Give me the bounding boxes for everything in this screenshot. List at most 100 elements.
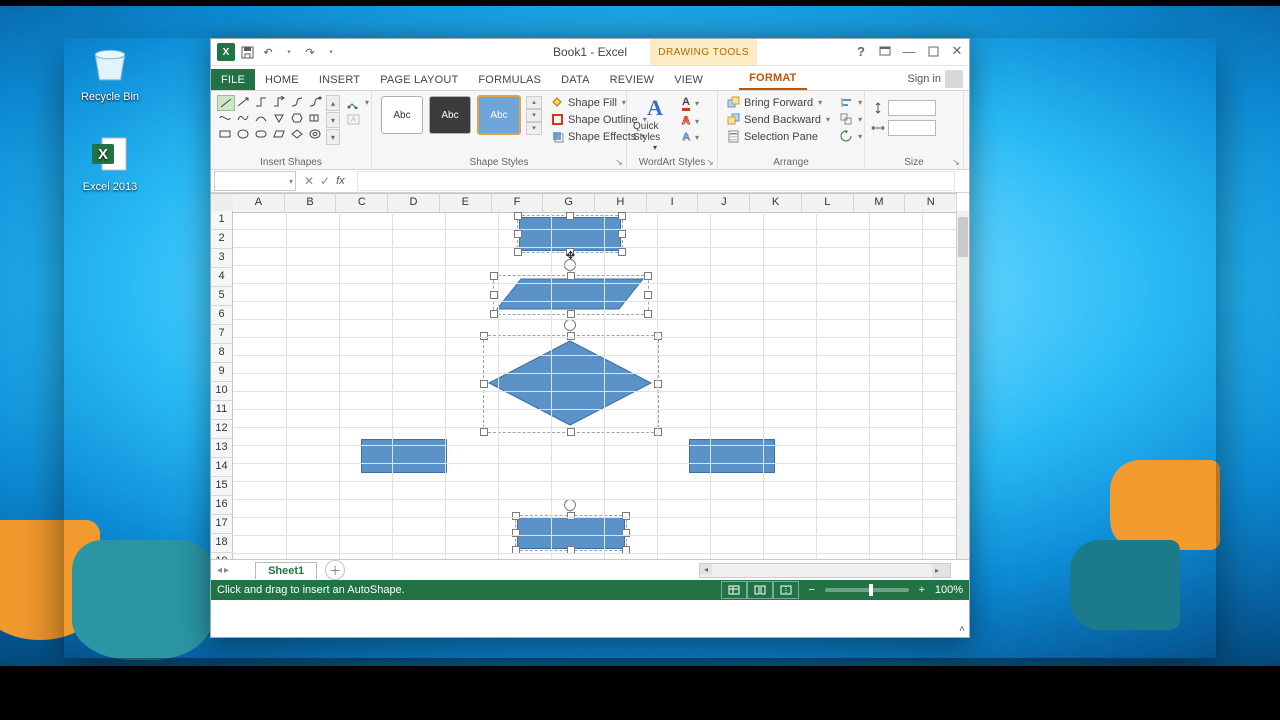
column-header[interactable]: H	[595, 194, 647, 212]
gallery-more[interactable]: ▾	[326, 129, 340, 145]
edit-shape-button[interactable]: ▾	[344, 95, 372, 110]
row-header[interactable]: 12	[211, 420, 233, 439]
column-header[interactable]: G	[543, 194, 595, 212]
tab-formulas[interactable]: FORMULAS	[468, 69, 551, 90]
row-header[interactable]: 15	[211, 477, 233, 496]
recycle-bin-icon[interactable]: Recycle Bin	[70, 42, 150, 103]
row-header[interactable]: 9	[211, 363, 233, 382]
dialog-launcher-icon[interactable]: ↘	[705, 157, 715, 167]
view-normal-icon[interactable]	[721, 581, 747, 599]
tab-page-layout[interactable]: PAGE LAYOUT	[370, 69, 468, 90]
row-header[interactable]: 5	[211, 287, 233, 306]
column-header[interactable]: B	[285, 194, 337, 212]
row-header[interactable]: 17	[211, 515, 233, 534]
column-header[interactable]: N	[905, 194, 957, 212]
zoom-out-button[interactable]: −	[807, 584, 817, 596]
column-header[interactable]: F	[492, 194, 544, 212]
sheet-nav-next[interactable]: ▸	[224, 565, 229, 576]
cancel-formula-icon[interactable]: ✕	[304, 174, 314, 188]
dialog-launcher-icon[interactable]: ↘	[951, 157, 961, 167]
text-fill-button[interactable]: A▾	[679, 95, 702, 112]
row-header[interactable]: 4	[211, 268, 233, 287]
new-sheet-button[interactable]: ＋	[325, 560, 345, 580]
tab-data[interactable]: DATA	[551, 69, 600, 90]
tab-format[interactable]: FORMAT	[739, 67, 806, 90]
tab-file[interactable]: FILE	[211, 69, 255, 90]
align-button[interactable]: ▾	[837, 95, 865, 110]
group-button[interactable]: ▾	[837, 112, 865, 127]
view-page-layout-icon[interactable]	[747, 581, 773, 599]
row-header[interactable]: 16	[211, 496, 233, 515]
column-header[interactable]: L	[802, 194, 854, 212]
row-header[interactable]: 7	[211, 325, 233, 344]
vertical-scrollbar[interactable]	[956, 211, 969, 559]
row-header[interactable]: 1	[211, 211, 233, 230]
column-header[interactable]: E	[440, 194, 492, 212]
text-outline-button[interactable]: A▾	[679, 114, 702, 128]
rotation-handle[interactable]	[564, 499, 576, 511]
style-swatch-3-selected[interactable]: Abc	[477, 95, 521, 135]
help-button[interactable]: ?	[849, 39, 873, 63]
formula-input[interactable]	[357, 171, 955, 191]
maximize-button[interactable]	[921, 39, 945, 63]
titlebar[interactable]: X ↶ ▾ ↷ ▾ Book1 - Excel DRAWING TOOLS ? …	[211, 39, 969, 66]
rotate-button[interactable]: ▾	[837, 129, 865, 144]
row-header[interactable]: 6	[211, 306, 233, 325]
enter-formula-icon[interactable]: ✓	[320, 174, 330, 188]
column-header[interactable]: I	[647, 194, 699, 212]
undo-dropdown-icon[interactable]: ▾	[280, 43, 298, 61]
shapes-gallery[interactable]	[217, 95, 323, 145]
excel-shortcut-icon[interactable]: X Excel 2013	[70, 134, 150, 193]
sign-in[interactable]: Sign in	[907, 70, 963, 88]
quick-styles-button[interactable]: A Quick Styles▾	[633, 95, 677, 152]
styles-more[interactable]: ▾	[526, 122, 542, 135]
row-header[interactable]: 2	[211, 230, 233, 249]
gallery-scroll-down[interactable]: ▾	[326, 112, 340, 128]
text-effects-button[interactable]: A▾	[679, 130, 702, 144]
column-header[interactable]: J	[698, 194, 750, 212]
rotation-handle[interactable]	[564, 319, 576, 331]
shape-height-input[interactable]	[871, 100, 957, 116]
selection-pane-button[interactable]: Selection Pane	[724, 129, 833, 144]
collapse-ribbon-icon[interactable]: ˄	[959, 624, 965, 635]
tab-view[interactable]: VIEW	[664, 69, 713, 90]
select-all-button[interactable]	[211, 193, 234, 213]
shape-styles-gallery[interactable]: Abc Abc Abc ▴ ▾ ▾	[378, 95, 542, 135]
name-box[interactable]: ▾	[214, 171, 296, 191]
zoom-level[interactable]: 100%	[935, 584, 963, 596]
zoom-in-button[interactable]: +	[917, 584, 927, 596]
column-header[interactable]: M	[854, 194, 906, 212]
bring-forward-button[interactable]: Bring Forward▾	[724, 95, 833, 110]
undo-icon[interactable]: ↶	[259, 43, 277, 61]
shape-width-input[interactable]	[871, 120, 957, 136]
column-header[interactable]: D	[388, 194, 440, 212]
fx-icon[interactable]: fx	[336, 175, 345, 187]
tab-review[interactable]: REVIEW	[600, 69, 665, 90]
save-icon[interactable]	[238, 43, 256, 61]
row-header[interactable]: 10	[211, 382, 233, 401]
styles-scroll-down[interactable]: ▾	[526, 109, 542, 122]
style-swatch-2[interactable]: Abc	[429, 96, 471, 134]
row-header[interactable]: 11	[211, 401, 233, 420]
qat-customize-icon[interactable]: ▾	[322, 43, 340, 61]
gallery-scroll-up[interactable]: ▴	[326, 95, 340, 111]
row-header[interactable]: 3	[211, 249, 233, 268]
zoom-slider[interactable]	[825, 588, 909, 592]
dialog-launcher-icon[interactable]: ↘	[614, 157, 624, 167]
app-icon[interactable]: X	[217, 43, 235, 61]
row-header[interactable]: 8	[211, 344, 233, 363]
worksheet-grid[interactable]: ABCDEFGHIJKLMN 1234567891011121314151617…	[211, 193, 969, 559]
horizontal-scrollbar[interactable]: ◂▸	[699, 563, 951, 578]
column-header[interactable]: K	[750, 194, 802, 212]
styles-scroll-up[interactable]: ▴	[526, 96, 542, 109]
redo-icon[interactable]: ↷	[301, 43, 319, 61]
row-header[interactable]: 14	[211, 458, 233, 477]
column-header[interactable]: A	[233, 194, 285, 212]
style-swatch-1[interactable]: Abc	[381, 96, 423, 134]
tab-home[interactable]: HOME	[255, 69, 309, 90]
send-backward-button[interactable]: Send Backward▾	[724, 112, 833, 127]
ribbon-display-button[interactable]	[873, 39, 897, 63]
column-header[interactable]: C	[336, 194, 388, 212]
view-page-break-icon[interactable]	[773, 581, 799, 599]
row-header[interactable]: 13	[211, 439, 233, 458]
